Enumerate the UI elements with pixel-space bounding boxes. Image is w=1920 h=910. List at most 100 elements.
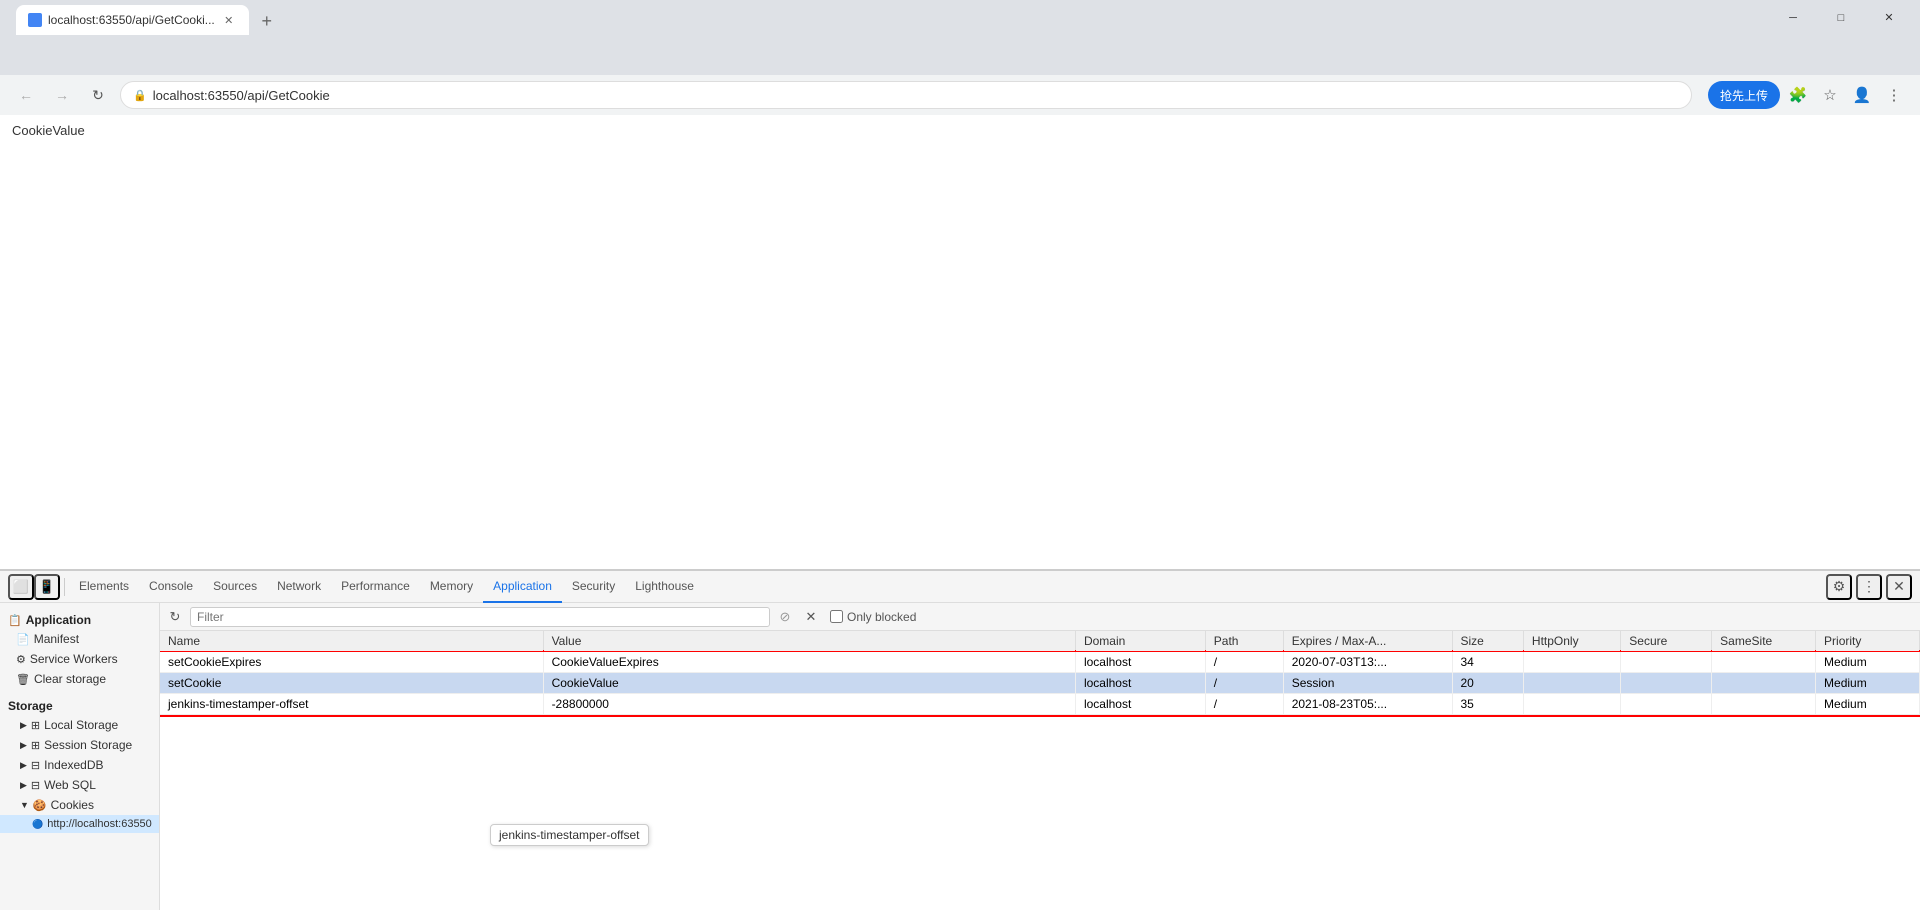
table-row[interactable]: setCookieExpiresCookieValueExpireslocalh… xyxy=(160,652,1920,673)
sidebar-item-session-storage[interactable]: ▶ ⊞ Session Storage xyxy=(0,735,159,755)
tab-elements[interactable]: Elements xyxy=(69,571,139,603)
tab-performance[interactable]: Performance xyxy=(331,571,420,603)
sidebar-item-local-storage[interactable]: ▶ ⊞ Local Storage xyxy=(0,715,159,735)
sidebar-item-cookies[interactable]: ▼ 🍪 Cookies xyxy=(0,795,159,815)
devtools-settings-icon[interactable]: ⚙ xyxy=(1826,574,1852,600)
cookie-cell-samesite xyxy=(1712,652,1816,673)
devtools-body: 📋 Application 📄 Manifest ⚙ Service Worke… xyxy=(0,603,1920,910)
cookies-clear-filter-btn[interactable]: ⊘ xyxy=(774,606,796,628)
url-bar[interactable]: 🔒 localhost:63550/api/GetCookie xyxy=(120,81,1692,109)
bookmark-icon[interactable]: ☆ xyxy=(1816,81,1844,109)
table-row[interactable]: setCookieCookieValuelocalhost/Session20M… xyxy=(160,673,1920,694)
tab-lighthouse[interactable]: Lighthouse xyxy=(625,571,704,603)
cookie-cell-expires: 2021-08-23T05:... xyxy=(1283,694,1452,715)
refresh-button[interactable]: ↻ xyxy=(84,81,112,109)
col-header-httponly[interactable]: HttpOnly xyxy=(1523,631,1620,652)
application-section-icon: 📋 xyxy=(8,614,22,627)
tab-close-button[interactable]: ✕ xyxy=(221,12,237,28)
devtools-close-icon[interactable]: ✕ xyxy=(1886,574,1912,600)
cookies-table: Name Value Domain Path Expires / Max-A..… xyxy=(160,631,1920,715)
cookie-cell-domain: localhost xyxy=(1075,694,1205,715)
close-button[interactable]: ✕ xyxy=(1866,3,1912,33)
tab-title: localhost:63550/api/GetCooki... xyxy=(48,13,215,27)
menu-icon[interactable]: ⋮ xyxy=(1880,81,1908,109)
col-header-samesite[interactable]: SameSite xyxy=(1712,631,1816,652)
local-storage-icon: ⊞ xyxy=(31,719,40,732)
minimize-button[interactable]: ─ xyxy=(1770,3,1816,33)
col-header-path[interactable]: Path xyxy=(1205,631,1283,652)
url-lock-icon: 🔒 xyxy=(133,89,147,102)
devtools-right-icons: ⚙ ⋮ ✕ xyxy=(1826,574,1912,600)
sidebar-item-indexeddb[interactable]: ▶ ⊟ IndexedDB xyxy=(0,755,159,775)
web-sql-expand-icon: ▶ xyxy=(20,780,27,791)
cookies-block-btn[interactable]: ✕ xyxy=(800,606,822,628)
tab-bar: localhost:63550/api/GetCooki... ✕ + xyxy=(8,0,281,35)
col-header-priority[interactable]: Priority xyxy=(1816,631,1920,652)
tab-security[interactable]: Security xyxy=(562,571,625,603)
tab-memory[interactable]: Memory xyxy=(420,571,483,603)
devtools-overflow-icon[interactable]: ⋮ xyxy=(1856,574,1882,600)
sidebar-item-clear-storage[interactable]: 🗑 Clear storage xyxy=(0,669,159,689)
extensions-icon[interactable]: 🧩 xyxy=(1784,81,1812,109)
cookies-icon: 🍪 xyxy=(33,799,47,812)
back-button[interactable]: ← xyxy=(12,81,40,109)
tab-console[interactable]: Console xyxy=(139,571,203,603)
cookie-cell-secure xyxy=(1621,652,1712,673)
cookie-cell-httponly xyxy=(1523,652,1620,673)
extension-upload-button[interactable]: 抢先上传 xyxy=(1708,81,1780,109)
devtools-device-icon[interactable]: 📱 xyxy=(34,574,60,600)
user-icon[interactable]: 👤 xyxy=(1848,81,1876,109)
url-text: localhost:63550/api/GetCookie xyxy=(153,88,330,103)
cookie-cell-domain: localhost xyxy=(1075,652,1205,673)
cookie-cell-size: 34 xyxy=(1452,652,1523,673)
cookies-table-wrapper: Name Value Domain Path Expires / Max-A..… xyxy=(160,631,1920,910)
cookies-expand-icon: ▼ xyxy=(20,800,29,810)
cookies-refresh-button[interactable]: ↻ xyxy=(164,606,186,628)
sidebar-item-web-sql[interactable]: ▶ ⊟ Web SQL xyxy=(0,775,159,795)
tab-sources[interactable]: Sources xyxy=(203,571,267,603)
sidebar-item-service-workers[interactable]: ⚙ Service Workers xyxy=(0,649,159,669)
cookie-cell-samesite xyxy=(1712,694,1816,715)
cookie-cell-value: CookieValue xyxy=(543,673,1075,694)
tab-network[interactable]: Network xyxy=(267,571,331,603)
col-header-name[interactable]: Name xyxy=(160,631,543,652)
cookie-cell-priority: Medium xyxy=(1816,652,1920,673)
col-header-domain[interactable]: Domain xyxy=(1075,631,1205,652)
cookie-cell-httponly xyxy=(1523,673,1620,694)
maximize-button[interactable]: □ xyxy=(1818,3,1864,33)
col-header-secure[interactable]: Secure xyxy=(1621,631,1712,652)
new-tab-button[interactable]: + xyxy=(253,7,281,35)
tab-application[interactable]: Application xyxy=(483,571,562,603)
forward-button[interactable]: → xyxy=(48,81,76,109)
cookie-cell-domain: localhost xyxy=(1075,673,1205,694)
devtools-tabs: ⬜ 📱 Elements Console Sources Network Per… xyxy=(0,571,1920,603)
sidebar-item-manifest[interactable]: 📄 Manifest xyxy=(0,629,159,649)
indexeddb-icon: ⊟ xyxy=(31,759,40,772)
local-storage-expand-icon: ▶ xyxy=(20,720,27,731)
storage-section-title: Storage xyxy=(0,693,159,715)
cookie-cell-value: -28800000 xyxy=(543,694,1075,715)
table-row[interactable]: jenkins-timestamper-offset-28800000local… xyxy=(160,694,1920,715)
page-body-text: CookieValue xyxy=(12,123,85,138)
cookie-cell-name: jenkins-timestamper-offset xyxy=(160,694,543,715)
session-storage-icon: ⊞ xyxy=(31,739,40,752)
cookie-cell-secure xyxy=(1621,673,1712,694)
window-controls: ─ □ ✕ xyxy=(1770,3,1912,33)
cookies-toolbar: ↻ ⊘ ✕ Only blocked xyxy=(160,603,1920,631)
clear-storage-icon: 🗑 xyxy=(16,673,30,686)
manifest-icon: 📄 xyxy=(16,633,30,646)
devtools-inspect-icon[interactable]: ⬜ xyxy=(8,574,34,600)
cookie-cell-path: / xyxy=(1205,673,1283,694)
sidebar-item-cookies-localhost[interactable]: 🔵 http://localhost:63550 xyxy=(0,815,159,833)
col-header-size[interactable]: Size xyxy=(1452,631,1523,652)
col-header-value[interactable]: Value xyxy=(543,631,1075,652)
cookies-filter-input[interactable] xyxy=(190,607,770,627)
cookie-cell-samesite xyxy=(1712,673,1816,694)
cookie-cell-expires: 2020-07-03T13:... xyxy=(1283,652,1452,673)
address-bar: ← → ↻ 🔒 localhost:63550/api/GetCookie 抢先… xyxy=(0,75,1920,115)
session-storage-expand-icon: ▶ xyxy=(20,740,27,751)
col-header-expires[interactable]: Expires / Max-A... xyxy=(1283,631,1452,652)
only-blocked-checkbox[interactable] xyxy=(830,610,843,623)
browser-tab[interactable]: localhost:63550/api/GetCooki... ✕ xyxy=(16,5,249,35)
cookie-cell-size: 20 xyxy=(1452,673,1523,694)
